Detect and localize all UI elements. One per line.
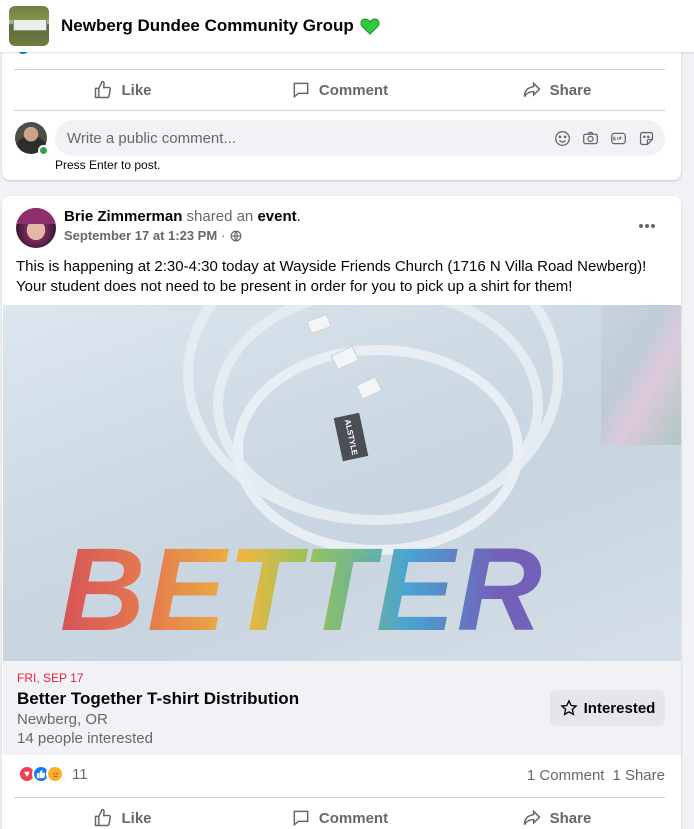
more-options-button[interactable]: [632, 214, 662, 238]
share-count-link[interactable]: 1 Share: [612, 767, 665, 784]
camera-icon[interactable]: [581, 129, 599, 147]
comment-bubble-icon: [293, 810, 309, 827]
sticker-icon[interactable]: [637, 129, 655, 147]
shared-event-link[interactable]: event: [257, 208, 296, 225]
author-name[interactable]: Brie Zimmerman: [64, 208, 182, 225]
reaction-count: 11: [72, 765, 88, 783]
post-body-text: This is happening at 2:30-4:30 today at …: [16, 258, 647, 295]
group-cover-thumbnail[interactable]: [9, 6, 49, 46]
event-title[interactable]: Better Together T-shirt Distribution: [17, 689, 299, 709]
press-enter-hint: Press Enter to post.: [55, 158, 161, 172]
event-location: Newberg, OR: [17, 711, 108, 728]
share-label: Share: [549, 809, 592, 827]
current-user-avatar[interactable]: [15, 122, 49, 156]
comment-count-link[interactable]: 1 Comment: [527, 767, 605, 784]
comment-bubble-icon: [293, 82, 309, 99]
like-label: Like: [121, 81, 152, 99]
globe-icon: [230, 230, 241, 241]
previous-post-actions: Like Comment Share: [14, 70, 665, 110]
group-header-bar: Newberg Dundee Community Group: [0, 0, 694, 52]
shared-text: shared an: [186, 208, 254, 225]
more-dots-icon: [639, 224, 655, 228]
comment-label: Comment: [318, 81, 389, 99]
post-header-line: Brie Zimmerman shared an event.: [64, 208, 301, 225]
post-header: Brie Zimmerman shared an event. Septembe…: [64, 208, 301, 243]
care-reaction-icon: [46, 765, 64, 783]
event-interested-count: 14 people interested: [17, 730, 153, 747]
comment-tools: [553, 129, 655, 147]
interested-button[interactable]: Interested: [550, 690, 665, 726]
event-date: FRI, SEP 17: [17, 671, 84, 685]
reactions-summary[interactable]: ♥ 11: [18, 765, 88, 783]
shirt-collar-front: [233, 345, 523, 555]
online-status-dot: [38, 145, 49, 156]
comment-input-wrapper[interactable]: [55, 120, 665, 156]
share-button[interactable]: Share: [448, 70, 665, 110]
post-meta: September 17 at 1:23 PM ·: [64, 228, 301, 243]
share-arrow-icon: [523, 81, 541, 98]
thumbs-up-icon: [95, 808, 112, 827]
comment-button[interactable]: Comment: [231, 798, 448, 829]
divider: [14, 110, 665, 111]
comment-button[interactable]: Comment: [231, 70, 448, 110]
photo-background-shirts: [601, 305, 681, 445]
post-actions: Like Comment Share: [14, 798, 665, 829]
star-icon: [559, 699, 578, 716]
shirt-print-text: BETTER: [60, 530, 544, 650]
like-button[interactable]: Like: [14, 70, 231, 110]
post-timestamp[interactable]: September 17 at 1:23 PM: [64, 228, 217, 243]
event-info-box[interactable]: FRI, SEP 17 Better Together T-shirt Dist…: [3, 661, 681, 755]
share-arrow-icon: [523, 809, 541, 826]
author-avatar[interactable]: [16, 208, 56, 248]
header-period: .: [296, 208, 301, 225]
interested-label: Interested: [583, 699, 656, 717]
green-heart-icon: [360, 18, 380, 35]
like-label: Like: [121, 809, 152, 827]
gif-icon[interactable]: [609, 129, 627, 147]
group-name: Newberg Dundee Community Group: [61, 16, 354, 35]
like-button[interactable]: Like: [14, 798, 231, 829]
comment-input[interactable]: [67, 129, 553, 147]
comment-composer: [15, 120, 665, 156]
share-button[interactable]: Share: [448, 798, 665, 829]
thumbs-up-icon: [95, 80, 112, 99]
share-label: Share: [549, 81, 592, 99]
group-title[interactable]: Newberg Dundee Community Group: [61, 16, 380, 36]
meta-separator: ·: [221, 228, 226, 243]
emoji-icon[interactable]: [553, 129, 571, 147]
comment-label: Comment: [318, 809, 389, 827]
engagement-stats: 1 Comment 1 Share: [527, 767, 665, 784]
